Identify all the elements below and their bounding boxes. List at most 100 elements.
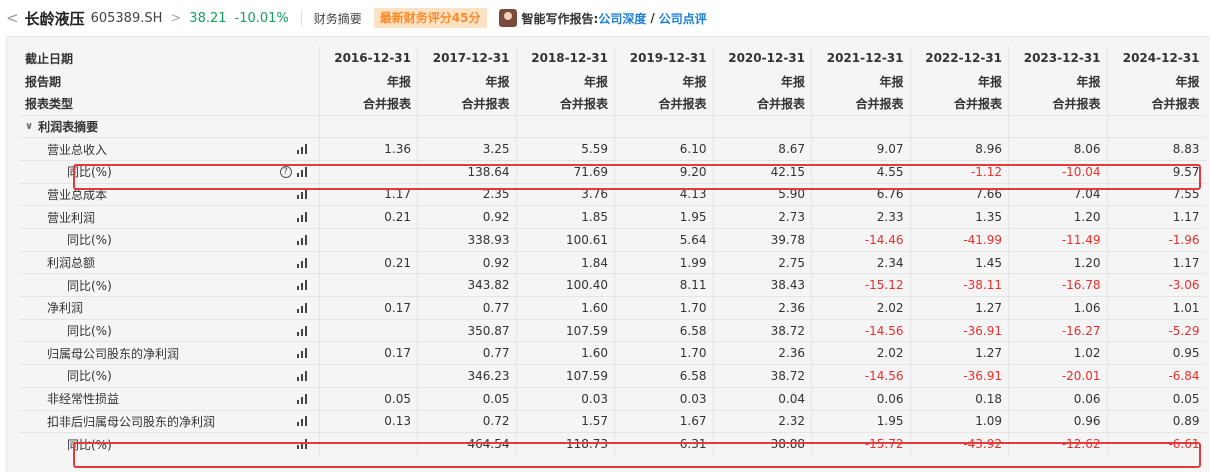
value-cell: -36.91 — [909, 318, 1009, 342]
value-cell — [318, 432, 418, 456]
back-chevron-icon[interactable]: < — [6, 9, 19, 27]
bar-chart-icon[interactable] — [296, 439, 309, 450]
bar-chart-icon[interactable] — [296, 348, 309, 359]
value-cell: 1.06 — [1008, 296, 1107, 320]
value-cell: 1.20 — [1008, 205, 1107, 229]
value-cell: -5.29 — [1106, 318, 1206, 342]
header-cell: 合并报表 — [1106, 92, 1206, 116]
value-cell: 1.20 — [1008, 250, 1107, 274]
help-icon[interactable]: ? — [279, 165, 292, 178]
bar-chart-icon[interactable] — [296, 370, 309, 381]
header-cell: 2017-12-31 — [417, 47, 516, 70]
value-cell — [318, 159, 418, 184]
ai-avatar-icon — [498, 9, 517, 27]
chevron-down-icon[interactable]: ∨ — [25, 121, 33, 132]
value-cell: -38.11 — [909, 273, 1009, 297]
section-cell[interactable]: ∨ 利润表摘要 — [19, 114, 319, 138]
row-label-wrap: 同比(%) — [25, 367, 313, 384]
value-cell: 2.36 — [712, 296, 812, 320]
row-label-cell: 营业利润 — [19, 205, 319, 229]
row-label-wrap: 归属母公司股东的净利润 — [25, 345, 313, 362]
section-row[interactable]: ∨ 利润表摘要 — [19, 114, 1206, 138]
company-review-link[interactable]: 公司点评 — [659, 10, 707, 27]
value-cell: 0.03 — [515, 386, 615, 410]
stock-header-bar: < 长龄液压 605389.SH > 38.21 -10.01% 财务摘要 最新… — [0, 0, 1210, 36]
bar-chart-icon[interactable] — [296, 166, 309, 177]
value-cell: 3.25 — [417, 137, 516, 161]
table-row: 非经常性损益 0.05 0.05 0.03 0.03 0.04 0.06 0.18 0.06 0.… — [19, 386, 1206, 410]
value-cell: 0.72 — [417, 409, 516, 433]
row-label: 同比(%) — [67, 324, 112, 339]
value-cell: 1.95 — [614, 205, 713, 229]
value-cell: 8.67 — [712, 137, 812, 161]
value-cell: -20.01 — [1008, 364, 1107, 388]
value-cell: 0.06 — [1008, 386, 1107, 410]
value-cell: 2.02 — [811, 296, 910, 320]
value-cell: 1.70 — [614, 341, 713, 365]
financial-summary-tab[interactable]: 财务摘要 — [314, 10, 362, 27]
header-cell: 2023-12-31 — [1008, 47, 1107, 70]
table-row: 同比(%) 464.54 118.73 6.31 38.88 -15.72 -43.92 -1… — [19, 432, 1206, 456]
value-cell: 338.93 — [417, 228, 516, 252]
value-cell: -15.12 — [811, 273, 910, 297]
value-cell: 9.20 — [614, 159, 713, 184]
row-label: 同比(%) — [67, 278, 112, 293]
value-cell: 1.36 — [318, 137, 418, 161]
value-cell: 5.64 — [614, 228, 713, 252]
value-cell: 2.33 — [811, 205, 910, 229]
value-cell: 2.32 — [712, 409, 812, 433]
row-label: 营业总成本 — [47, 187, 108, 202]
bar-chart-icon[interactable] — [296, 144, 309, 155]
value-cell: -1.12 — [909, 159, 1009, 184]
bar-chart-icon[interactable] — [296, 393, 309, 404]
company-depth-link[interactable]: 公司深度 — [598, 10, 646, 27]
value-cell: 7.04 — [1008, 182, 1107, 206]
value-cell: 1.45 — [909, 250, 1009, 274]
stock-name: 长龄液压 — [24, 9, 85, 28]
value-cell: 0.04 — [712, 386, 812, 410]
row-label: 营业利润 — [47, 210, 96, 225]
row-label: 归属母公司股东的净利润 — [47, 346, 180, 361]
header-cell: 年报 — [318, 69, 418, 93]
value-cell: 1.95 — [811, 409, 910, 433]
header-cell: 年报 — [712, 69, 812, 93]
bar-chart-icon[interactable] — [296, 280, 309, 291]
bar-chart-icon[interactable] — [296, 189, 309, 200]
value-cell: 0.21 — [318, 250, 418, 274]
value-cell: -16.78 — [1008, 273, 1107, 297]
row-label-cell: 同比(%) — [19, 318, 319, 342]
bar-chart-icon[interactable] — [296, 416, 309, 427]
row-label-cell: 同比(%) — [19, 364, 319, 388]
value-cell: -12.62 — [1008, 432, 1107, 456]
bar-chart-icon[interactable] — [296, 257, 309, 268]
row-label-cell: 同比(%) — [19, 228, 319, 252]
financial-score-badge[interactable]: 最新财务评分45分 — [373, 8, 487, 28]
row-label-cell: 同比(%) — [19, 273, 319, 297]
header-cell: 2018-12-31 — [515, 47, 615, 70]
bar-chart-icon[interactable] — [296, 302, 309, 313]
value-cell: 38.72 — [712, 364, 812, 388]
chevron-right-icon[interactable]: > — [170, 11, 181, 26]
header-cell: 2021-12-31 — [811, 47, 910, 70]
value-cell: 0.06 — [811, 386, 910, 410]
value-cell: 0.17 — [318, 296, 418, 320]
value-cell: 38.43 — [712, 273, 812, 297]
bar-chart-icon[interactable] — [296, 234, 309, 245]
value-cell: 2.34 — [811, 250, 910, 274]
value-cell: 0.21 — [318, 205, 418, 229]
value-cell: 0.89 — [1106, 409, 1206, 433]
row-label-wrap: 同比(%)? — [25, 163, 313, 180]
table-row: 营业利润 0.21 0.92 1.85 1.95 2.73 2.33 1.35 1.20 1.17 — [19, 205, 1206, 229]
section-toggle[interactable]: ∨ 利润表摘要 — [25, 118, 313, 135]
value-cell: 0.13 — [318, 409, 418, 433]
table-row: 扣非后归属母公司股东的净利润 0.13 0.72 1.57 1.67 2.32 1.95 1.… — [19, 409, 1206, 433]
row-label: 净利润 — [47, 301, 84, 316]
bar-chart-icon[interactable] — [296, 325, 309, 336]
header-row: 报表类型 合并报表 合并报表 合并报表 合并报表 合并报表 合并报表 合并报表 合并报表 合并报表 — [19, 92, 1206, 116]
header-cell: 合并报表 — [909, 92, 1009, 116]
value-cell: 118.73 — [515, 432, 615, 456]
bar-chart-icon[interactable] — [296, 212, 309, 223]
stock-change-pct: -10.01% — [234, 10, 289, 26]
financial-table-panel: 截止日期 2016-12-31 2017-12-31 2018-12-31 2019-1… — [6, 36, 1210, 472]
row-label: 同比(%) — [67, 165, 112, 180]
